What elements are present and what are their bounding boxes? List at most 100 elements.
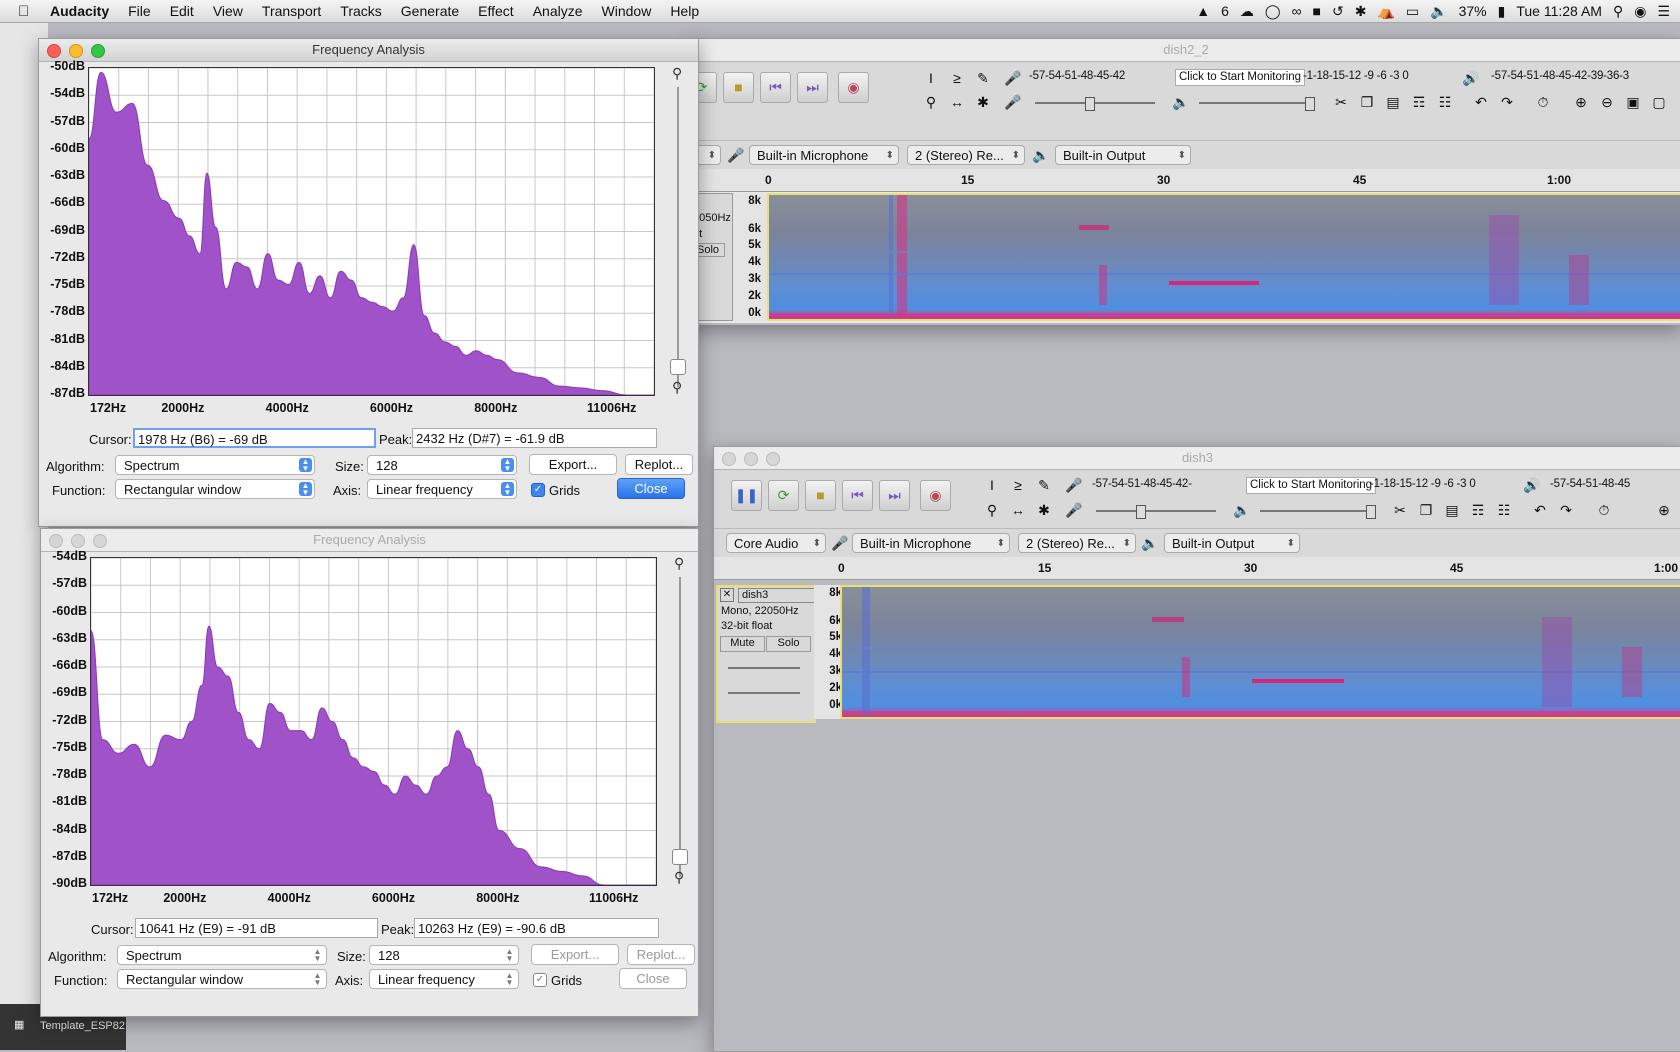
menu-transport[interactable]: Transport — [262, 3, 321, 19]
timeshift-tool-icon[interactable]: ↔ — [947, 92, 967, 112]
minimize-window-icon[interactable] — [69, 44, 83, 58]
skip-start-button[interactable]: ⏮ — [842, 480, 873, 511]
record-button[interactable]: ◉ — [838, 72, 869, 103]
draw-tool-icon[interactable]: ✎ — [973, 68, 993, 88]
menu-effect[interactable]: Effect — [478, 3, 514, 19]
zoom-slider[interactable] — [672, 577, 688, 877]
output-device-select[interactable]: Built-in Output — [1164, 533, 1300, 553]
gain-slider[interactable] — [728, 667, 800, 669]
mute-button[interactable]: Mute — [720, 636, 765, 652]
battery-percent[interactable]: 37% — [1459, 3, 1487, 19]
paste-icon[interactable]: ▤ — [1442, 500, 1462, 520]
function-select[interactable]: Rectangular window ▲ ▼ — [117, 969, 327, 989]
trim-icon[interactable]: ☶ — [1468, 500, 1488, 520]
zoom-in-icon[interactable]: ⊕ — [1654, 500, 1674, 520]
stop-button[interactable]: ■ — [805, 480, 836, 511]
zoom-out-icon[interactable]: ⚲ — [674, 869, 684, 886]
play-meter-icon[interactable]: 🔊 — [1522, 475, 1542, 495]
fit-project-icon[interactable]: ▢ — [1649, 92, 1669, 112]
track-control-panel[interactable]: ✕ dish3 Mono, 22050Hz 32-bit float Mute … — [716, 585, 816, 723]
solo-button[interactable]: Solo — [766, 636, 811, 652]
zoom-slider[interactable] — [670, 87, 686, 387]
silence-icon[interactable]: ☷ — [1435, 92, 1455, 112]
replot-button[interactable]: Replot... — [627, 944, 695, 965]
menu-file[interactable]: File — [128, 3, 151, 19]
playback-volume-slider[interactable] — [1199, 97, 1315, 111]
record-meter-icon[interactable]: 🎤 — [1064, 475, 1084, 495]
spectrogram-view[interactable] — [767, 193, 1680, 321]
playback-volume-thumb[interactable] — [1366, 505, 1376, 519]
silence-icon[interactable]: ☷ — [1494, 500, 1514, 520]
zoom-tool-icon[interactable]: ⚲ — [921, 92, 941, 112]
timeshift-tool-icon[interactable]: ↔ — [1008, 500, 1028, 520]
timeline-ruler[interactable]: 0 15 30 45 1:00 — [714, 557, 1680, 580]
timeline-ruler[interactable]: 0 15 30 45 1:00 — [691, 169, 1680, 192]
close-window-icon[interactable] — [49, 534, 63, 548]
fit-selection-icon[interactable]: ▣ — [1623, 92, 1643, 112]
size-select[interactable]: 128 ▲ ▼ — [369, 945, 519, 965]
pan-slider[interactable] — [728, 692, 800, 694]
menu-help[interactable]: Help — [670, 3, 699, 19]
output-device-select[interactable]: Built-in Output — [1055, 145, 1191, 165]
record-button[interactable]: ◉ — [920, 480, 951, 511]
multi-tool-icon[interactable]: ✱ — [1034, 500, 1054, 520]
trim-icon[interactable]: ☶ — [1409, 92, 1429, 112]
algorithm-select[interactable]: Spectrum ▲ ▼ — [117, 945, 327, 965]
zoom-out-icon[interactable]: ⊖ — [1597, 92, 1617, 112]
selection-tool-icon[interactable]: I — [921, 68, 941, 88]
input-channels-select[interactable]: 2 (Stereo) Re... — [1018, 533, 1136, 553]
multi-tool-icon[interactable]: ✱ — [973, 92, 993, 112]
close-button[interactable]: Close — [617, 478, 685, 499]
cloud-icon[interactable]: ☁ — [1240, 3, 1254, 20]
apple-menu-icon[interactable]:  — [18, 3, 38, 20]
close-track-icon[interactable]: ✕ — [720, 588, 734, 602]
display-icon[interactable]: ▭ — [1406, 3, 1419, 20]
algorithm-select[interactable]: Spectrum ▲ ▼ — [115, 455, 315, 475]
time-machine-icon[interactable]: ↺ — [1332, 3, 1344, 20]
skip-end-button[interactable]: ⏭ — [879, 480, 910, 511]
axis-select[interactable]: Linear frequency ▲ ▼ — [369, 969, 519, 989]
zoom-in-icon[interactable]: ⚲ — [674, 555, 684, 572]
zoom-slider-thumb[interactable] — [672, 849, 688, 865]
loop-play-button[interactable]: ⟳ — [768, 480, 799, 511]
input-channels-select[interactable]: 2 (Stereo) Re... — [907, 145, 1025, 165]
lock-icon[interactable]: ■ — [1313, 3, 1321, 19]
start-monitoring-button[interactable]: Click to Start Monitoring — [1246, 477, 1377, 494]
start-monitoring-button[interactable]: Click to Start Monitoring — [1175, 69, 1306, 86]
playback-volume-slider[interactable] — [1260, 505, 1376, 519]
stop-button[interactable]: ■ — [723, 72, 754, 103]
zoom-in-icon[interactable]: ⚲ — [672, 65, 682, 82]
draw-tool-icon[interactable]: ✎ — [1034, 475, 1054, 495]
minimize-window-icon[interactable] — [71, 534, 85, 548]
record-volume-slider[interactable] — [1096, 505, 1216, 519]
record-meter-icon[interactable]: 🎤 — [1003, 68, 1023, 88]
spectrogram-view[interactable] — [840, 585, 1680, 719]
menu-window[interactable]: Window — [602, 3, 652, 19]
infinity-icon[interactable]: ∞ — [1292, 3, 1302, 19]
pause-button[interactable]: ❚❚ — [731, 480, 762, 511]
copy-icon[interactable]: ❐ — [1416, 500, 1436, 520]
envelope-tool-icon[interactable]: ≥ — [1008, 475, 1028, 495]
zoom-slider-thumb[interactable] — [670, 359, 686, 375]
zoom-tool-icon[interactable]: ⚲ — [982, 500, 1002, 520]
input-device-select[interactable]: Built-in Microphone — [749, 145, 899, 165]
skip-end-button[interactable]: ⏭ — [797, 72, 828, 103]
playback-volume-thumb[interactable] — [1305, 97, 1315, 111]
axis-select[interactable]: Linear frequency ▲ ▼ — [367, 479, 517, 499]
zoom-window-icon[interactable] — [93, 534, 107, 548]
size-select[interactable]: 128 ▲ ▼ — [367, 455, 517, 475]
menu-view[interactable]: View — [213, 3, 243, 19]
menu-analyze[interactable]: Analyze — [533, 3, 583, 19]
spectrum-plot[interactable] — [90, 557, 657, 886]
record-volume-slider[interactable] — [1035, 97, 1155, 111]
cursor-readout[interactable]: 10641 Hz (E9) = -91 dB — [135, 918, 378, 938]
sync-lock-icon[interactable]: ⏱ — [1533, 92, 1553, 112]
sync-lock-icon[interactable]: ⏱ — [1594, 500, 1614, 520]
menu-generate[interactable]: Generate — [401, 3, 459, 19]
menu-app-name[interactable]: Audacity — [50, 3, 109, 19]
adobe-icon[interactable]: ▲ — [1196, 3, 1210, 19]
zoom-in-icon[interactable]: ⊕ — [1571, 92, 1591, 112]
export-button[interactable]: Export... — [531, 944, 619, 965]
record-volume-thumb[interactable] — [1085, 97, 1095, 111]
cursor-readout[interactable]: 1978 Hz (B6) = -69 dB — [133, 428, 376, 448]
